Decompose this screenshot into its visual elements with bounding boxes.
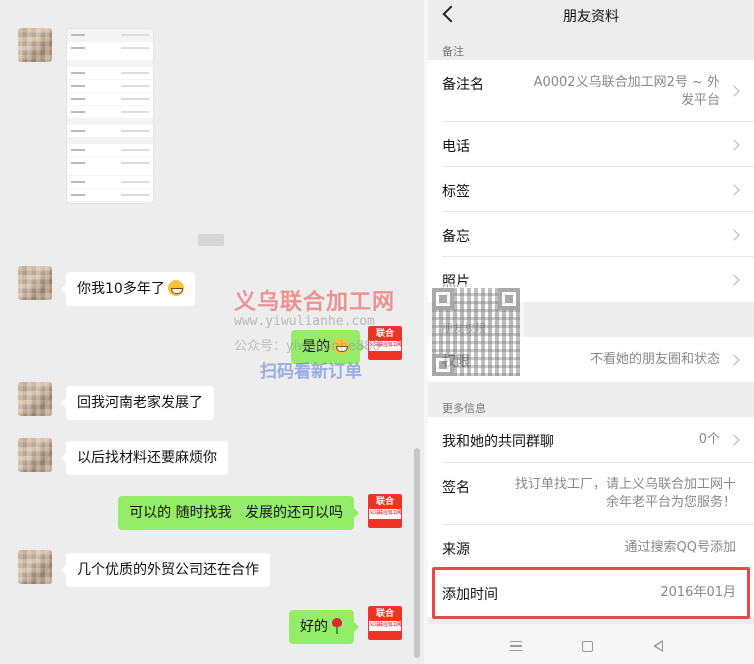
row-value: 找订单找工厂，请上义乌联合加工网十余年老平台为您服务！ <box>514 477 736 510</box>
chevron-right-icon <box>728 139 740 151</box>
profile-panel: 朋友资料 备注 备注名 A0002义乌联合加工网2号 ~ 外发平台 电话 标签 … <box>428 0 754 664</box>
message-text: 回我河南老家发展了 <box>77 395 203 411</box>
brand-logo-avatar[interactable]: 联合 义乌联合加工网 <box>368 606 402 640</box>
system-nav-bar <box>428 624 754 664</box>
home-icon[interactable] <box>582 641 593 652</box>
row-value: 不看她的朋友圈和状态 <box>589 352 720 367</box>
chevron-right-icon <box>728 274 740 286</box>
section-label-more-info: 更多信息 <box>442 402 486 415</box>
nav-bar: 朋友资料 <box>428 0 754 30</box>
chevron-right-icon <box>728 354 740 366</box>
section-label-permission: 朋友权限 <box>442 322 486 335</box>
row-source: 来源 通过搜索QQ号添加 <box>428 525 754 571</box>
contact-avatar[interactable] <box>18 550 52 584</box>
row-label: 备注名 <box>442 77 484 93</box>
chat-scrollbar[interactable] <box>414 448 420 658</box>
row-permission[interactable]: 权限 不看她的朋友圈和状态 <box>428 337 754 382</box>
row-memo[interactable]: 备忘 <box>428 212 754 257</box>
row-label: 来源 <box>442 542 470 558</box>
chevron-right-icon <box>728 434 740 446</box>
contact-avatar[interactable] <box>18 382 52 416</box>
message-bubble-incoming[interactable]: 你我10多年了 <box>61 272 195 306</box>
message-bubble-incoming[interactable]: 几个优质的外贸公司还在合作 <box>61 553 270 587</box>
message-text: 你我10多年了 <box>77 281 165 297</box>
message-text: 好的 <box>300 619 328 635</box>
rose-emoji-icon <box>331 618 343 634</box>
row-label: 权限 <box>442 354 470 370</box>
row-phone[interactable]: 电话 <box>428 122 754 167</box>
contact-avatar[interactable] <box>18 266 52 300</box>
menu-icon[interactable] <box>510 641 522 651</box>
chevron-right-icon <box>728 184 740 196</box>
shared-screenshot-image[interactable] <box>66 28 154 204</box>
chat-panel: 你我10多年了 是的 联合 义乌联合加工网 回我河南老家发展了 以后找材料还要麻… <box>0 0 424 664</box>
message-bubble-incoming[interactable]: 回我河南老家发展了 <box>61 386 214 420</box>
grin-emoji-icon <box>167 280 184 296</box>
message-bubble-outgoing[interactable]: 好的 <box>289 610 359 644</box>
chevron-right-icon <box>728 229 740 241</box>
row-label: 电话 <box>442 139 470 155</box>
row-value: A0002义乌联合加工网2号 ~ 外发平台 <box>533 75 720 108</box>
message-text: 以后找材料还要麻烦你 <box>77 450 217 466</box>
row-remark-name[interactable]: 备注名 A0002义乌联合加工网2号 ~ 外发平台 <box>428 60 754 122</box>
row-label: 标签 <box>442 184 470 200</box>
chevron-right-icon <box>728 85 740 97</box>
row-photos[interactable]: 照片 <box>428 257 754 302</box>
contact-avatar[interactable] <box>18 28 52 62</box>
message-bubble-incoming[interactable]: 以后找材料还要麻烦你 <box>61 441 228 475</box>
message-text: 是的 <box>302 339 330 355</box>
brand-logo-avatar[interactable]: 联合 义乌联合加工网 <box>368 326 402 360</box>
row-label: 我和她的共同群聊 <box>442 434 554 450</box>
row-tags[interactable]: 标签 <box>428 167 754 212</box>
brand-logo-avatar[interactable]: 联合 义乌联合加工网 <box>368 494 402 528</box>
contact-avatar[interactable] <box>18 438 52 472</box>
row-value: 通过搜索QQ号添加 <box>624 540 736 555</box>
row-common-groups[interactable]: 我和她的共同群聊 0个 <box>428 417 754 463</box>
message-text: 可以的 随时找我 发展的还可以吗 <box>129 505 343 521</box>
row-label: 照片 <box>442 274 470 290</box>
row-label: 备忘 <box>442 229 470 245</box>
row-signature: 签名 找订单找工厂，请上义乌联合加工网十余年老平台为您服务！ <box>428 463 754 525</box>
back-triangle-icon[interactable] <box>653 640 663 652</box>
message-bubble-outgoing[interactable]: 是的 <box>291 330 365 364</box>
grin-emoji-icon <box>333 338 349 354</box>
message-text: 几个优质的外贸公司还在合作 <box>77 562 259 578</box>
highlight-box <box>432 567 750 619</box>
row-label: 签名 <box>442 480 470 496</box>
row-value: 0个 <box>698 432 720 447</box>
message-bubble-outgoing[interactable]: 可以的 随时找我 发展的还可以吗 <box>118 496 359 530</box>
message-timestamp <box>198 234 224 246</box>
page-title: 朋友资料 <box>563 9 619 25</box>
section-label-remark: 备注 <box>442 45 464 58</box>
